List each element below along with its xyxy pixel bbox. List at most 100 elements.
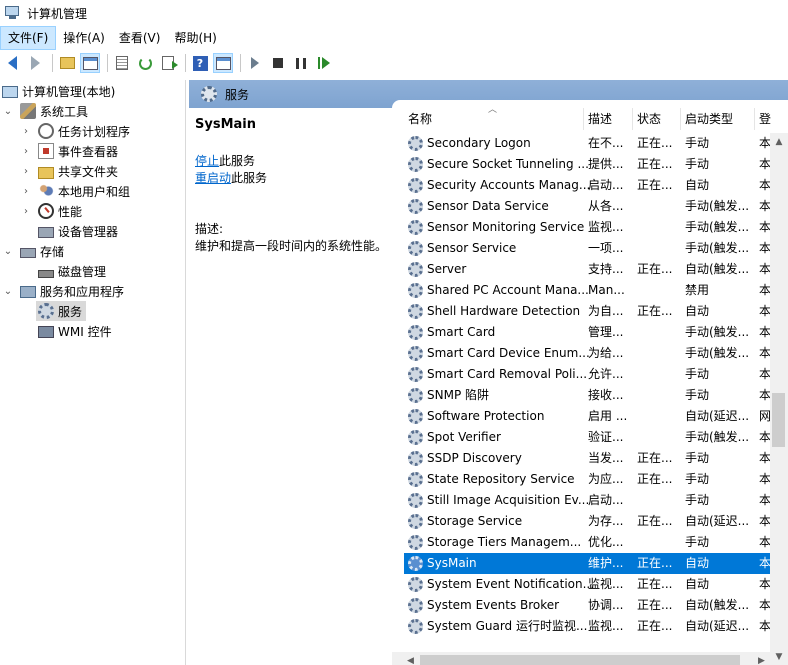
forward-button[interactable] bbox=[25, 53, 45, 73]
column-header-status[interactable]: 状态 bbox=[633, 108, 681, 130]
restart-service-button[interactable] bbox=[314, 53, 334, 73]
service-row[interactable]: Sensor Monitoring Service 监视... 手动(触发... 本 bbox=[404, 217, 770, 238]
navigation-tree: 计算机管理(本地) ⌄ 系统工具 › 任务计划程序 › 事件查看器 › 共享文件… bbox=[0, 80, 186, 665]
tree-item-performance[interactable]: › 性能 bbox=[20, 201, 82, 221]
tree-item-computer-management[interactable]: 计算机管理(本地) bbox=[2, 81, 115, 101]
service-row[interactable]: Smart Card 管理... 手动(触发... 本 bbox=[404, 322, 770, 343]
service-row[interactable]: Shared PC Account Mana... Man... 禁用 本 bbox=[404, 280, 770, 301]
service-row[interactable]: Sensor Service 一项... 手动(触发... 本 bbox=[404, 238, 770, 259]
menu-help[interactable]: 帮助(H) bbox=[167, 26, 223, 50]
service-startup-type-cell: 手动(触发... bbox=[685, 220, 750, 234]
service-row[interactable]: Storage Service 为存... 正在... 自动(延迟... 本 bbox=[404, 511, 770, 532]
chevron-down-icon[interactable]: ⌄ bbox=[2, 241, 14, 261]
menu-action[interactable]: 操作(A) bbox=[56, 26, 112, 50]
service-row[interactable]: Smart Card Device Enum... 为给... 手动(触发... 本 bbox=[404, 343, 770, 364]
tree-item-wmi-control[interactable]: WMI 控件 bbox=[38, 321, 112, 341]
chevron-right-icon[interactable]: › bbox=[20, 121, 32, 141]
service-row[interactable]: Secondary Logon 在不... 正在... 手动 本 bbox=[404, 133, 770, 154]
tree-item-device-manager[interactable]: 设备管理器 bbox=[38, 221, 118, 241]
show-hide-tree-button[interactable] bbox=[80, 53, 100, 73]
service-description-cell: 监视... bbox=[588, 619, 624, 633]
service-row[interactable]: Server 支持... 正在... 自动(触发... 本 bbox=[404, 259, 770, 280]
service-gear-icon bbox=[408, 619, 423, 634]
tree-item-system-tools[interactable]: ⌄ 系统工具 bbox=[2, 101, 88, 121]
stop-service-button[interactable] bbox=[268, 53, 288, 73]
toolbar-separator bbox=[52, 54, 53, 72]
chevron-down-icon[interactable]: ⌄ bbox=[2, 101, 14, 121]
service-row[interactable]: Smart Card Removal Poli... 允许... 手动 本 bbox=[404, 364, 770, 385]
service-description-cell: 一项... bbox=[588, 241, 624, 255]
restart-service-link[interactable]: 重启动 bbox=[195, 171, 231, 185]
vertical-scrollbar[interactable]: ▲ ▼ bbox=[770, 133, 788, 665]
service-name-cell: State Repository Service bbox=[427, 472, 575, 486]
menu-file[interactable]: 文件(F) bbox=[0, 26, 57, 50]
stop-service-suffix: 此服务 bbox=[219, 154, 256, 168]
tree-item-disk-management[interactable]: 磁盘管理 bbox=[38, 261, 106, 281]
service-row[interactable]: System Events Broker 协调... 正在... 自动(触发... 本 bbox=[404, 595, 770, 616]
service-logon-cell: 网 bbox=[759, 409, 770, 423]
properties-button[interactable] bbox=[112, 53, 132, 73]
tree-item-label: 设备管理器 bbox=[58, 224, 119, 239]
vertical-scroll-thumb[interactable] bbox=[772, 393, 785, 447]
back-button[interactable] bbox=[2, 53, 22, 73]
service-logon-cell: 本 bbox=[759, 178, 770, 192]
help-button[interactable]: ? bbox=[190, 53, 210, 73]
service-row[interactable]: Storage Tiers Managem... 优化... 手动 本 bbox=[404, 532, 770, 553]
service-name-cell: Still Image Acquisition Ev... bbox=[427, 493, 590, 507]
window-title: 计算机管理 bbox=[27, 6, 88, 21]
service-status-cell bbox=[637, 532, 681, 553]
export-list-button[interactable] bbox=[158, 53, 178, 73]
chevron-down-icon[interactable]: ⌄ bbox=[2, 281, 14, 301]
start-service-button[interactable] bbox=[245, 53, 265, 73]
service-logon-cell: 本 bbox=[759, 283, 770, 297]
tree-item-event-viewer[interactable]: › 事件查看器 bbox=[20, 141, 118, 161]
scroll-up-arrow-icon[interactable]: ▲ bbox=[770, 133, 788, 150]
service-row[interactable]: Software Protection 启用 ... 自动(延迟... 网 bbox=[404, 406, 770, 427]
menu-view[interactable]: 查看(V) bbox=[112, 26, 168, 50]
scroll-left-arrow-icon[interactable]: ◀ bbox=[402, 652, 419, 665]
service-row[interactable]: Shell Hardware Detection 为自... 正在... 自动 本 bbox=[404, 301, 770, 322]
horizontal-scroll-thumb[interactable] bbox=[420, 655, 740, 665]
service-status-cell bbox=[637, 343, 681, 364]
service-row[interactable]: Sensor Data Service 从各... 手动(触发... 本 bbox=[404, 196, 770, 217]
scroll-right-arrow-icon[interactable]: ▶ bbox=[753, 652, 770, 665]
tree-item-task-scheduler[interactable]: › 任务计划程序 bbox=[20, 121, 130, 141]
column-header-logon-as[interactable]: 登 bbox=[755, 108, 788, 130]
service-row[interactable]: Security Accounts Manag... 启动... 正在... 自动 本 bbox=[404, 175, 770, 196]
tree-item-shared-folders[interactable]: › 共享文件夹 bbox=[20, 161, 118, 181]
service-row[interactable]: SNMP 陷阱 接收... 手动 本 bbox=[404, 385, 770, 406]
chevron-right-icon[interactable]: › bbox=[20, 141, 32, 161]
tree-item-storage[interactable]: ⌄ 存储 bbox=[2, 241, 64, 261]
service-logon-cell: 本 bbox=[759, 493, 770, 507]
chevron-right-icon[interactable]: › bbox=[20, 181, 32, 201]
service-gear-icon bbox=[408, 157, 423, 172]
service-row[interactable]: System Guard 运行时监视... 监视... 正在... 自动(延迟... 本 bbox=[404, 616, 770, 637]
tree-item-local-users[interactable]: › 本地用户和组 bbox=[20, 181, 130, 201]
horizontal-scrollbar[interactable]: ◀ ▶ bbox=[392, 652, 770, 665]
service-row[interactable]: SSDP Discovery 当发... 正在... 手动 本 bbox=[404, 448, 770, 469]
service-row[interactable]: Spot Verifier 验证... 手动(触发... 本 bbox=[404, 427, 770, 448]
services-header-title: 服务 bbox=[225, 87, 250, 102]
column-header-startup-type[interactable]: 启动类型 bbox=[681, 108, 755, 130]
action-pane-button[interactable] bbox=[213, 53, 233, 73]
up-button[interactable] bbox=[57, 53, 77, 73]
chevron-right-icon[interactable]: › bbox=[20, 161, 32, 181]
service-description-cell: 验证... bbox=[588, 430, 624, 444]
scroll-down-arrow-icon[interactable]: ▼ bbox=[770, 648, 788, 665]
column-header-description[interactable]: 描述 bbox=[584, 108, 633, 130]
service-row[interactable]: Still Image Acquisition Ev... 启动... 手动 本 bbox=[404, 490, 770, 511]
service-row[interactable]: State Repository Service 为应... 正在... 手动 本 bbox=[404, 469, 770, 490]
service-row[interactable]: System Event Notification... 监视... 正在... 自动… bbox=[404, 574, 770, 595]
service-row[interactable]: Secure Socket Tunneling ... 提供... 正在... 手动 本 bbox=[404, 154, 770, 175]
selected-service-name: SysMain bbox=[195, 117, 256, 132]
tree-item-services[interactable]: 服务 bbox=[36, 301, 87, 321]
pause-service-button[interactable] bbox=[291, 53, 311, 73]
service-startup-type-cell: 手动 bbox=[685, 535, 710, 549]
column-header-name[interactable]: 名称 bbox=[404, 108, 584, 130]
refresh-button[interactable] bbox=[135, 53, 155, 73]
chevron-right-icon[interactable]: › bbox=[20, 201, 32, 221]
service-description-cell: 支持... bbox=[588, 262, 624, 276]
stop-service-link[interactable]: 停止 bbox=[195, 154, 219, 168]
tree-item-services-and-apps[interactable]: ⌄ 服务和应用程序 bbox=[2, 281, 124, 301]
service-row-selected[interactable]: SysMain 维护... 正在... 自动 本 bbox=[404, 553, 770, 574]
